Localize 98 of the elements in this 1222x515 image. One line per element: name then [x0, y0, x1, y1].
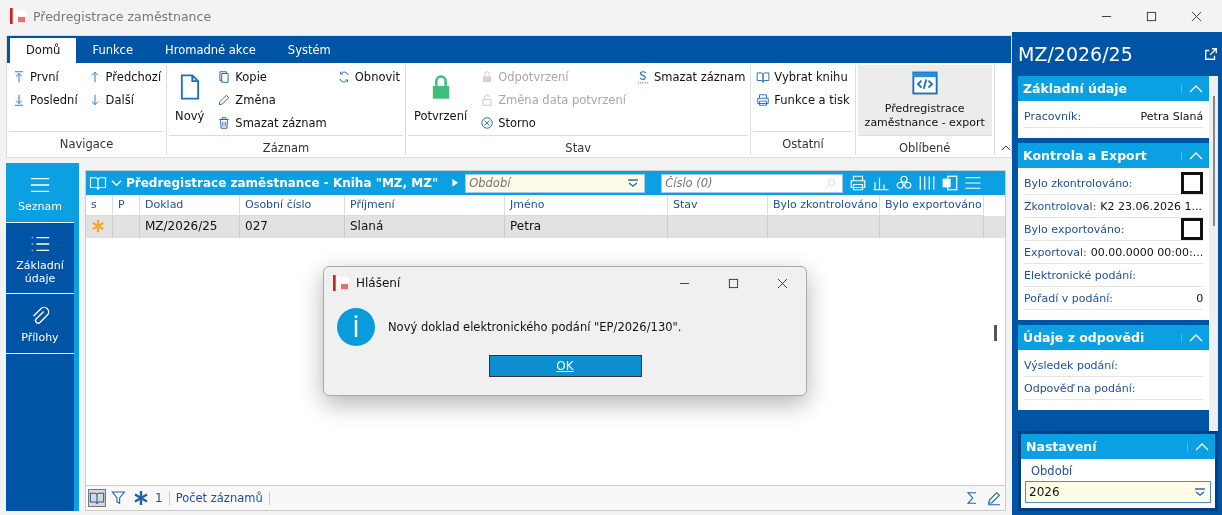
ribbon-group-label: Oblíbené	[857, 135, 992, 159]
ribbon-button[interactable]: Storno	[477, 111, 539, 134]
close-icon[interactable]	[777, 277, 788, 289]
ribbon-tab[interactable]: Systém	[271, 38, 347, 63]
ribbon-tab[interactable]: Funkce	[76, 38, 149, 63]
field-value: K2 23.06.2026 1...	[1100, 199, 1203, 213]
ribbon-button[interactable]: Další	[84, 88, 137, 111]
printer-icon[interactable]	[849, 174, 868, 192]
field-label: Pořadí v podání:	[1024, 291, 1113, 305]
code-window-icon	[910, 69, 939, 97]
ribbon-button[interactable]: Předregistrace zaměstnance - export	[857, 65, 992, 135]
field-label: Bylo exportováno:	[1024, 222, 1125, 236]
ribbon-group-label: Stav	[408, 135, 749, 159]
ribbon-button[interactable]: Poslední	[9, 88, 81, 111]
asterisk-icon[interactable]	[133, 490, 149, 506]
copy-icon	[217, 69, 232, 84]
unlocked-lock-icon	[480, 92, 495, 107]
ribbon-button[interactable]: Potvrzení	[408, 65, 474, 135]
arrow-to-top-icon	[12, 69, 26, 84]
dropdown-icon[interactable]	[627, 178, 640, 188]
ribbon-button[interactable]: Obnovit	[333, 65, 403, 88]
field-value: Petra Slaná	[1140, 109, 1204, 123]
columns-icon[interactable]	[918, 174, 937, 192]
scrollbar-thumb[interactable]	[1212, 96, 1215, 226]
app-logo-icon	[333, 275, 349, 291]
ribbon-group-label: Záznam	[169, 135, 403, 159]
pencil-icon[interactable]	[986, 490, 1002, 506]
cubes-icon[interactable]	[895, 174, 914, 192]
ribbon-button[interactable]: Funkce a tisk	[753, 88, 853, 111]
window-title: Předregistrace zaměstnance	[33, 8, 212, 24]
printer-icon	[756, 92, 771, 107]
period-dropdown[interactable]: 2026	[1025, 481, 1212, 503]
letter-s-icon	[635, 69, 650, 84]
filter-icon[interactable]	[111, 490, 127, 506]
field-label: Elektronické podání:	[1024, 268, 1136, 282]
field-value: 00.00.0000 00:00:...	[1090, 245, 1204, 259]
app-logo-icon	[10, 8, 26, 24]
close-icon[interactable]	[1191, 10, 1202, 22]
info-icon	[336, 307, 376, 347]
ribbon-button[interactable]: Předchozí	[84, 65, 165, 88]
maximize-icon[interactable]	[728, 277, 739, 289]
trash-icon	[217, 115, 232, 130]
section-title: Kontrola a Export	[1023, 148, 1148, 163]
refresh-icon	[336, 69, 351, 84]
ribbon-button[interactable]: Změna	[214, 88, 279, 111]
section-title: Základní údaje	[1023, 81, 1129, 96]
ribbon-button[interactable]: Vybrat knihu	[753, 65, 851, 88]
field-label: Výsledek podání:	[1024, 358, 1119, 372]
field-value: 0	[1196, 291, 1204, 305]
ribbon-group-label: Ostatní	[753, 131, 853, 155]
dialog-message: Nový doklad elektronického podání "EP/2026/130".	[388, 320, 682, 334]
checkbox[interactable]	[1181, 218, 1204, 240]
number-search-field[interactable]: Číslo (0)	[661, 173, 844, 193]
menu-icon[interactable]	[964, 174, 983, 192]
ribbon-button[interactable]: První	[9, 65, 62, 88]
dropdown-icon[interactable]	[1194, 487, 1207, 497]
field-label: Bylo zkontrolováno:	[1024, 176, 1133, 190]
field-label: Období	[1030, 464, 1074, 478]
table-cell: Petra	[510, 219, 542, 233]
section-title: Údaje z odpovědi	[1023, 330, 1146, 345]
table-row[interactable]: MZ/2026/25 027 Slaná Petra	[86, 216, 1005, 238]
pop-out-icon[interactable]	[1204, 47, 1219, 61]
book-icon[interactable]	[89, 174, 107, 192]
dialog-title: Hlášení	[356, 276, 401, 290]
side-nav-item[interactable]: Základní údaje	[6, 223, 74, 294]
table-cell: MZ/2026/25	[145, 219, 218, 233]
ribbon-tab[interactable]: Hromadné akce	[149, 38, 272, 63]
period-field[interactable]: Období	[465, 173, 646, 193]
checkbox[interactable]	[1181, 172, 1204, 194]
field-label: Pracovník:	[1024, 109, 1082, 123]
table-cell: 027	[245, 219, 268, 233]
ribbon-button[interactable]: Kopie	[214, 65, 270, 88]
section-title: Nastavení	[1026, 439, 1098, 454]
field-label: Exportoval:	[1024, 245, 1087, 259]
book-icon	[756, 69, 771, 84]
field-label: Zkontroloval:	[1024, 199, 1097, 213]
side-nav-item[interactable]: Přílohy	[6, 294, 74, 354]
record-count: 1	[155, 491, 170, 505]
ribbon-button[interactable]: Smazat záznam	[632, 65, 749, 88]
arrow-to-bottom-icon	[12, 92, 26, 107]
record-title: MZ/2026/25	[1018, 43, 1134, 65]
pencil-icon	[217, 92, 232, 107]
field-label: Odpověď na podání:	[1024, 381, 1136, 395]
ok-button[interactable]: OK	[488, 355, 642, 377]
spreadsheet-icon[interactable]	[941, 174, 960, 192]
table-cell: Slaná	[350, 219, 384, 233]
ribbon-tab[interactable]: Domů	[10, 38, 77, 63]
record-count-label[interactable]: Počet záznamů	[175, 491, 270, 505]
ribbon-button[interactable]: Nový	[169, 65, 211, 135]
cancel-circle-icon	[480, 115, 495, 130]
maximize-icon[interactable]	[1146, 10, 1157, 22]
book-icon[interactable]	[89, 490, 105, 506]
ribbon-button[interactable]: Smazat záznam	[214, 111, 330, 134]
scrollbar-thumb[interactable]	[994, 325, 997, 341]
grid-title: Předregistrace zaměstnance - Kniha "MZ, MZ"	[126, 176, 439, 190]
collapse-ribbon-icon[interactable]	[1000, 145, 1011, 151]
chevron-down-icon[interactable]	[111, 177, 122, 189]
ribbon-group-label: Navigace	[9, 131, 165, 155]
